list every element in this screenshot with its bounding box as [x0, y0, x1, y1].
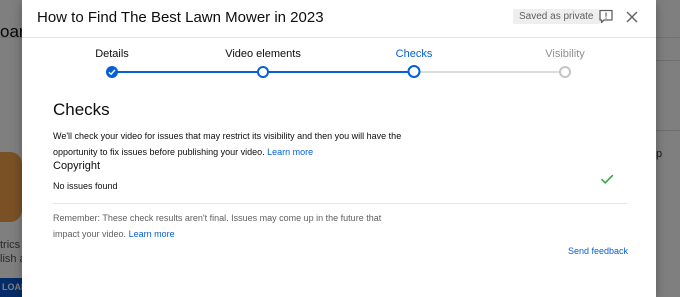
learn-more-link[interactable]: Learn more [267, 147, 313, 157]
reminder-message: Remember: These check results aren't fin… [53, 213, 382, 239]
saved-status-badge: Saved as private [513, 9, 600, 24]
step-details-label[interactable]: Details [95, 48, 129, 60]
step-visibility-label[interactable]: Visibility [545, 48, 585, 60]
progress-stepper: Details Video elements Checks Visibility [22, 38, 656, 98]
page-title: Checks [53, 100, 110, 119]
copyright-title: Copyright [53, 160, 101, 172]
reminder-learn-more-link[interactable]: Learn more [129, 229, 175, 239]
step-checks-dot[interactable] [407, 65, 421, 78]
send-feedback-link[interactable]: Send feedback [568, 246, 628, 256]
step-visibility-dot[interactable] [559, 66, 571, 78]
step-video-elements-dot[interactable] [257, 66, 269, 78]
checks-content: Checks We'll check your video for issues… [53, 98, 628, 256]
checks-description: We'll check your video for issues that m… [53, 128, 413, 160]
upload-dialog: How to Find The Best Lawn Mower in 2023 … [22, 0, 656, 297]
dialog-title: How to Find The Best Lawn Mower in 2023 [37, 9, 324, 26]
copyright-check-row: Copyright No issues found [53, 160, 627, 200]
copyright-status: No issues found [53, 181, 118, 191]
step-checks-label[interactable]: Checks [396, 48, 433, 60]
stepper-line-remaining [414, 71, 566, 73]
section-divider [53, 203, 627, 204]
checks-description-text: We'll check your video for issues that m… [53, 131, 402, 157]
close-icon[interactable] [623, 8, 641, 26]
report-feedback-icon[interactable] [597, 8, 615, 26]
step-video-elements-label[interactable]: Video elements [225, 48, 301, 60]
reminder-text: Remember: These check results aren't fin… [53, 210, 393, 242]
step-details-check-icon[interactable] [106, 66, 118, 78]
check-icon [600, 172, 614, 186]
dialog-header: How to Find The Best Lawn Mower in 2023 … [22, 0, 656, 38]
